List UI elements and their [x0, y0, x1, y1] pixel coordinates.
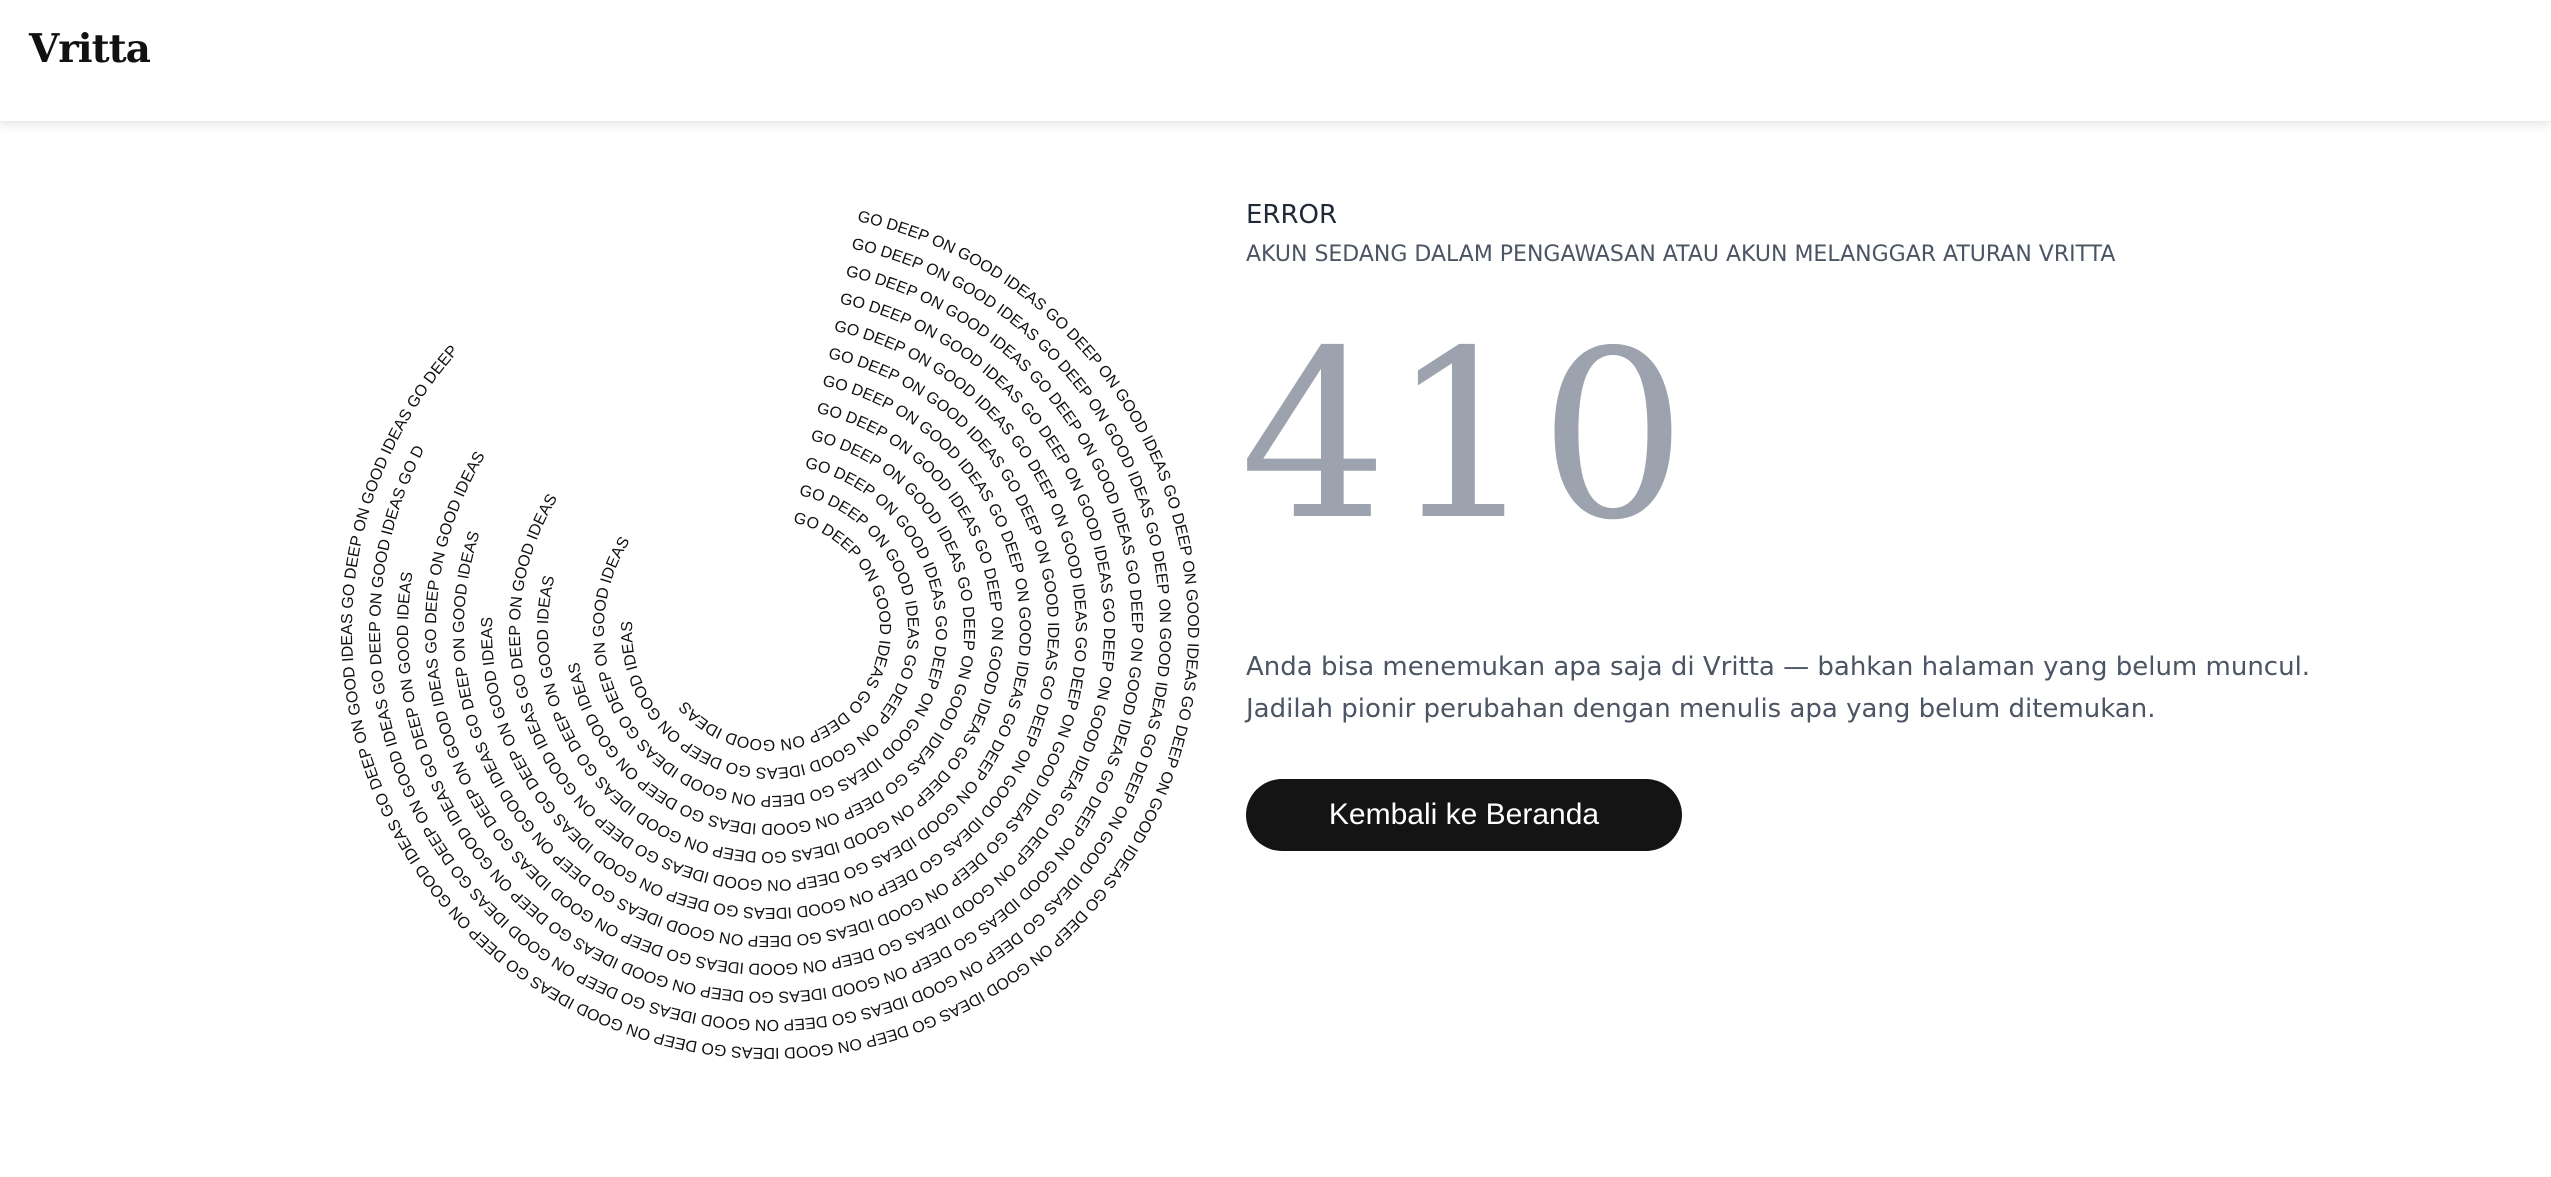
error-label: ERROR [1246, 200, 1338, 230]
spiral-ring-text: GO DEEP ON GOOD IDEAS GO DEEP ON GOOD ID… [423, 291, 1117, 977]
spiral-ring-text: GO DEEP ON GOOD IDEAS GO DEEP ON GOOD ID… [507, 373, 1033, 893]
error-subtitle: AKUN SEDANG DALAM PENGAWASAN ATAU AKUN M… [1246, 242, 2116, 267]
back-to-home-button[interactable]: Kembali ke Beranda [1246, 779, 1682, 851]
spiral-text-illustration: GO DEEP ON GOOD IDEAS GO DEEP ON GOOD ID… [310, 170, 1201, 1061]
top-navbar: Vritta [0, 0, 2551, 122]
spiral-ring-text: GO DEEP ON GOOD IDEAS GO DEEP ON GOOD ID… [591, 455, 949, 809]
spiral-ring-text: GO DEEP ON GOOD IDEAS GO DEEP ON GOOD ID… [676, 510, 893, 753]
error-code: 410 [1240, 301, 1689, 571]
error-message-line-1: Anda bisa menemukan apa saja di Vritta —… [1246, 652, 2311, 682]
spiral-text-rings: GO DEEP ON GOOD IDEAS GO DEEP ON GOOD ID… [310, 170, 1201, 1061]
brand-logo[interactable]: Vritta [29, 26, 151, 72]
spiral-ring-text: GO DEEP ON GOOD IDEAS GO DEEP ON GOOD ID… [310, 170, 1201, 1061]
error-message-line-2: Jadilah pionir perubahan dengan menulis … [1246, 694, 2156, 724]
